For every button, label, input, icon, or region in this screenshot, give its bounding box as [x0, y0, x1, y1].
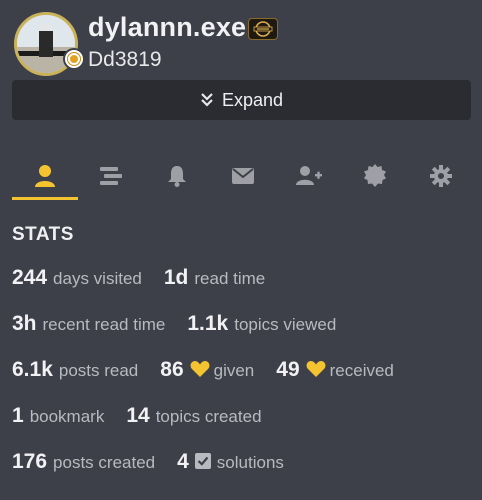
stat-read-time: 1d read time: [164, 266, 265, 290]
stat-value: 14: [126, 404, 150, 427]
expand-button[interactable]: Expand: [12, 80, 471, 120]
stats-row: 6.1k posts read 86 given 49 received: [12, 358, 416, 388]
stats-row: 3h recent read time 1.1k topics viewed: [12, 312, 358, 342]
stat-topics-created: 14 topics created: [126, 404, 261, 428]
heart-icon: [190, 361, 210, 377]
stat-value: 86: [160, 358, 184, 381]
certificate-icon: [364, 164, 386, 187]
tab-messages[interactable]: [210, 152, 276, 200]
stat-likes-given: 86 given: [160, 358, 254, 382]
tab-badges[interactable]: [342, 152, 408, 200]
checkbox-icon: [194, 453, 211, 469]
stat-value: 6.1k: [12, 358, 53, 381]
stat-value: 49: [276, 358, 300, 381]
stat-label: read time: [194, 269, 266, 288]
stat-value: 1: [12, 404, 24, 427]
stat-posts-read: 6.1k posts read: [12, 358, 138, 382]
username: dylannn.exe: [88, 12, 247, 42]
stats-heading: STATS: [12, 224, 74, 245]
heart-icon: [306, 361, 326, 377]
stat-days-visited: 244 days visited: [12, 266, 142, 290]
stat-label: topics viewed: [234, 315, 337, 334]
tab-activity[interactable]: [78, 152, 144, 200]
stat-topics-viewed: 1.1k topics viewed: [187, 312, 336, 336]
stat-bookmarks: 1 bookmark: [12, 404, 104, 428]
stat-label: topics created: [155, 407, 262, 426]
user-header: dylannn.exe Dd3819: [12, 10, 472, 78]
stat-likes-received: 49 received: [276, 358, 394, 382]
cog-icon: [430, 165, 452, 187]
tab-summary[interactable]: [12, 152, 78, 200]
stat-value: 244: [12, 266, 48, 289]
stat-solutions: 4 solutions: [177, 450, 284, 474]
stat-value: 1d: [163, 266, 189, 289]
stat-value: 176: [12, 450, 48, 473]
stat-label: recent read time: [42, 315, 166, 334]
stat-label: given: [213, 361, 255, 380]
double-chevron-down-icon: [201, 93, 213, 107]
stat-label: bookmark: [29, 407, 105, 426]
stat-label: days visited: [53, 269, 142, 288]
stream-icon: [100, 167, 122, 185]
stat-label: posts created: [53, 453, 156, 472]
stat-label: posts read: [58, 361, 139, 380]
stat-label: received: [329, 361, 394, 380]
status-badge: [63, 48, 85, 70]
stat-value: 4: [177, 450, 189, 473]
tab-preferences[interactable]: [408, 152, 474, 200]
stats-row: 176 posts created 4 solutions: [12, 450, 306, 480]
stat-recent-read-time: 3h recent read time: [12, 312, 165, 336]
stat-posts-created: 176 posts created: [12, 450, 155, 474]
expand-label: Expand: [221, 89, 284, 110]
tab-notifications[interactable]: [144, 152, 210, 200]
stats-row: 244 days visited 1d read time: [12, 266, 287, 296]
user-plus-icon: [296, 166, 322, 185]
stat-value: 1.1k: [187, 312, 229, 335]
tab-invites[interactable]: [276, 152, 342, 200]
stat-label: solutions: [216, 453, 284, 472]
stats-row: 1 bookmark 14 topics created: [12, 404, 284, 434]
flair-badge-icon: [248, 18, 278, 40]
display-name: Dd3819: [88, 48, 162, 71]
stat-value: 3h: [12, 312, 37, 335]
bell-icon: [168, 166, 186, 187]
envelope-icon: [232, 168, 254, 184]
user-icon: [35, 165, 55, 187]
profile-tabs: [12, 152, 472, 202]
